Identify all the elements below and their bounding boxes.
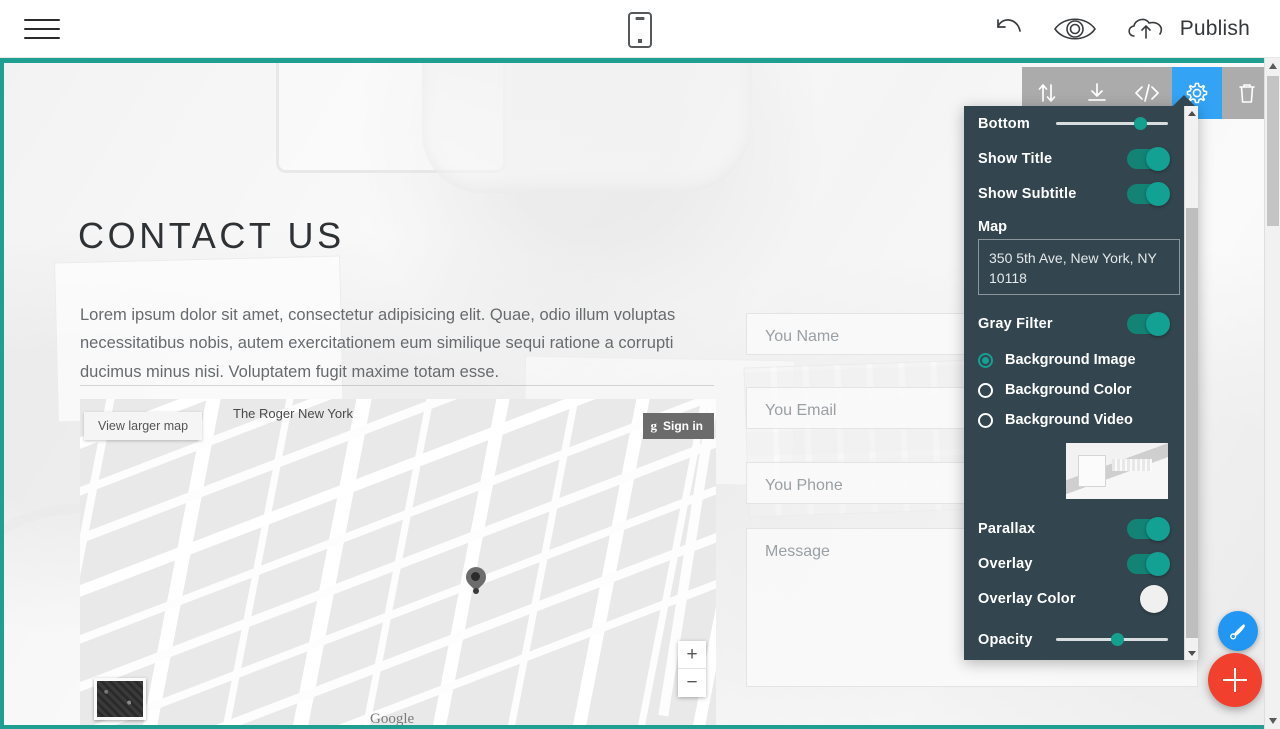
page-scroll-down-arrow[interactable] bbox=[1265, 713, 1280, 729]
google-g-icon: g bbox=[650, 418, 658, 433]
setting-parallax[interactable]: Parallax bbox=[978, 511, 1184, 546]
background-image-label: Background Image bbox=[1005, 352, 1136, 368]
map-zoom-in-button[interactable]: + bbox=[678, 641, 706, 669]
bottom-label: Bottom bbox=[978, 115, 1030, 132]
toggle-knob bbox=[1146, 516, 1170, 541]
radio-background-color[interactable]: Background Color bbox=[978, 375, 1184, 405]
panel-scrollbar[interactable] bbox=[1184, 106, 1198, 660]
style-paintbrush-button[interactable] bbox=[1218, 611, 1258, 651]
map-zoom-out-button[interactable]: − bbox=[678, 669, 706, 697]
view-larger-map-button[interactable]: View larger map bbox=[84, 412, 203, 440]
sign-in-label: Sign in bbox=[663, 419, 703, 433]
plus-icon bbox=[1233, 668, 1237, 692]
radio-background-image[interactable]: Background Image bbox=[978, 345, 1184, 375]
hamburger-bar bbox=[24, 37, 60, 39]
map-marker-pin[interactable] bbox=[461, 562, 491, 594]
cloud-upload-icon bbox=[1128, 18, 1162, 39]
setting-show-title[interactable]: Show Title bbox=[978, 141, 1184, 176]
google-logo: Google bbox=[370, 711, 415, 727]
toggle-knob bbox=[1146, 551, 1170, 576]
show-title-label: Show Title bbox=[978, 150, 1053, 167]
mobile-preview-icon[interactable] bbox=[628, 12, 652, 48]
toolbar-right-group: Publish bbox=[992, 0, 1280, 58]
overlay-label: Overlay bbox=[978, 555, 1033, 572]
map-zoom-controls: + − bbox=[678, 641, 706, 697]
map-label: The Roger New York bbox=[233, 406, 353, 421]
content-divider bbox=[80, 385, 714, 386]
setting-show-subtitle[interactable]: Show Subtitle bbox=[978, 176, 1184, 211]
overlay-color-label: Overlay Color bbox=[978, 590, 1076, 607]
setting-opacity[interactable]: Opacity bbox=[978, 622, 1184, 657]
map-section-label: Map bbox=[978, 219, 1007, 235]
section-settings-panel: Bottom Show Title Show Subtitle Map Gray… bbox=[964, 95, 1198, 660]
setting-gray-filter[interactable]: Gray Filter bbox=[978, 306, 1184, 341]
publish-button[interactable]: Publish bbox=[1124, 14, 1250, 44]
publish-label: Publish bbox=[1179, 17, 1250, 40]
undo-icon[interactable] bbox=[992, 15, 1026, 43]
gray-filter-label: Gray Filter bbox=[978, 315, 1053, 332]
overlay-color-swatch[interactable] bbox=[1140, 584, 1168, 613]
toggle-knob bbox=[1146, 311, 1170, 336]
page-scrollbar[interactable] bbox=[1264, 58, 1280, 729]
show-subtitle-label: Show Subtitle bbox=[978, 185, 1077, 202]
map-satellite-thumbnail[interactable] bbox=[94, 678, 146, 720]
google-map-embed[interactable]: The Roger New York 🛍 Gotham Hall 🏦 Pokew… bbox=[80, 399, 716, 727]
panel-scroll-thumb[interactable] bbox=[1186, 208, 1198, 638]
panel-scroll-down-arrow[interactable] bbox=[1185, 646, 1199, 660]
background-image-thumbnail[interactable] bbox=[1066, 443, 1168, 499]
settings-list: Bottom Show Title Show Subtitle Map Gray… bbox=[964, 106, 1184, 660]
background-video-label: Background Video bbox=[1005, 412, 1133, 428]
radio-background-video[interactable]: Background Video bbox=[978, 405, 1184, 435]
panel-scroll-up-arrow[interactable] bbox=[1185, 106, 1199, 120]
app-toolbar: Publish bbox=[0, 0, 1280, 58]
hamburger-bar bbox=[24, 19, 60, 21]
parallax-toggle[interactable] bbox=[1127, 516, 1170, 541]
map-address-input[interactable] bbox=[978, 239, 1180, 295]
show-title-toggle[interactable] bbox=[1127, 146, 1170, 171]
toggle-knob bbox=[1146, 146, 1170, 171]
map-tiles bbox=[80, 399, 716, 725]
radio-indicator bbox=[978, 412, 993, 428]
eye-preview-icon[interactable] bbox=[1052, 14, 1098, 44]
marker-dot bbox=[471, 572, 480, 581]
opacity-slider[interactable] bbox=[1056, 633, 1168, 646]
setting-bottom-padding[interactable]: Bottom bbox=[978, 106, 1184, 141]
opacity-label: Opacity bbox=[978, 631, 1033, 648]
page-scroll-thumb[interactable] bbox=[1267, 76, 1279, 226]
add-block-button[interactable] bbox=[1208, 653, 1262, 707]
parallax-label: Parallax bbox=[978, 520, 1036, 537]
radio-indicator bbox=[978, 352, 993, 368]
opacity-slider-thumb[interactable] bbox=[1111, 633, 1125, 646]
show-subtitle-toggle[interactable] bbox=[1127, 181, 1170, 206]
map-sign-in-button[interactable]: g Sign in bbox=[642, 413, 714, 439]
marker-tip bbox=[473, 588, 479, 594]
background-color-label: Background Color bbox=[1005, 382, 1132, 398]
bottom-slider-thumb[interactable] bbox=[1133, 117, 1147, 130]
page-scroll-up-arrow[interactable] bbox=[1265, 58, 1280, 74]
setting-overlay[interactable]: Overlay bbox=[978, 546, 1184, 581]
page-title: CONTACT US bbox=[78, 215, 345, 256]
hamburger-bar bbox=[24, 28, 60, 30]
overlay-toggle[interactable] bbox=[1127, 551, 1170, 576]
gray-filter-toggle[interactable] bbox=[1127, 311, 1170, 336]
paintbrush-icon bbox=[1230, 624, 1245, 640]
section-paragraph: Lorem ipsum dolor sit amet, consectetur … bbox=[80, 306, 676, 381]
hamburger-menu-icon[interactable] bbox=[24, 14, 60, 44]
bottom-slider[interactable] bbox=[1056, 117, 1168, 130]
setting-overlay-color[interactable]: Overlay Color bbox=[978, 581, 1184, 616]
radio-indicator bbox=[978, 382, 993, 398]
toggle-knob bbox=[1146, 181, 1170, 206]
